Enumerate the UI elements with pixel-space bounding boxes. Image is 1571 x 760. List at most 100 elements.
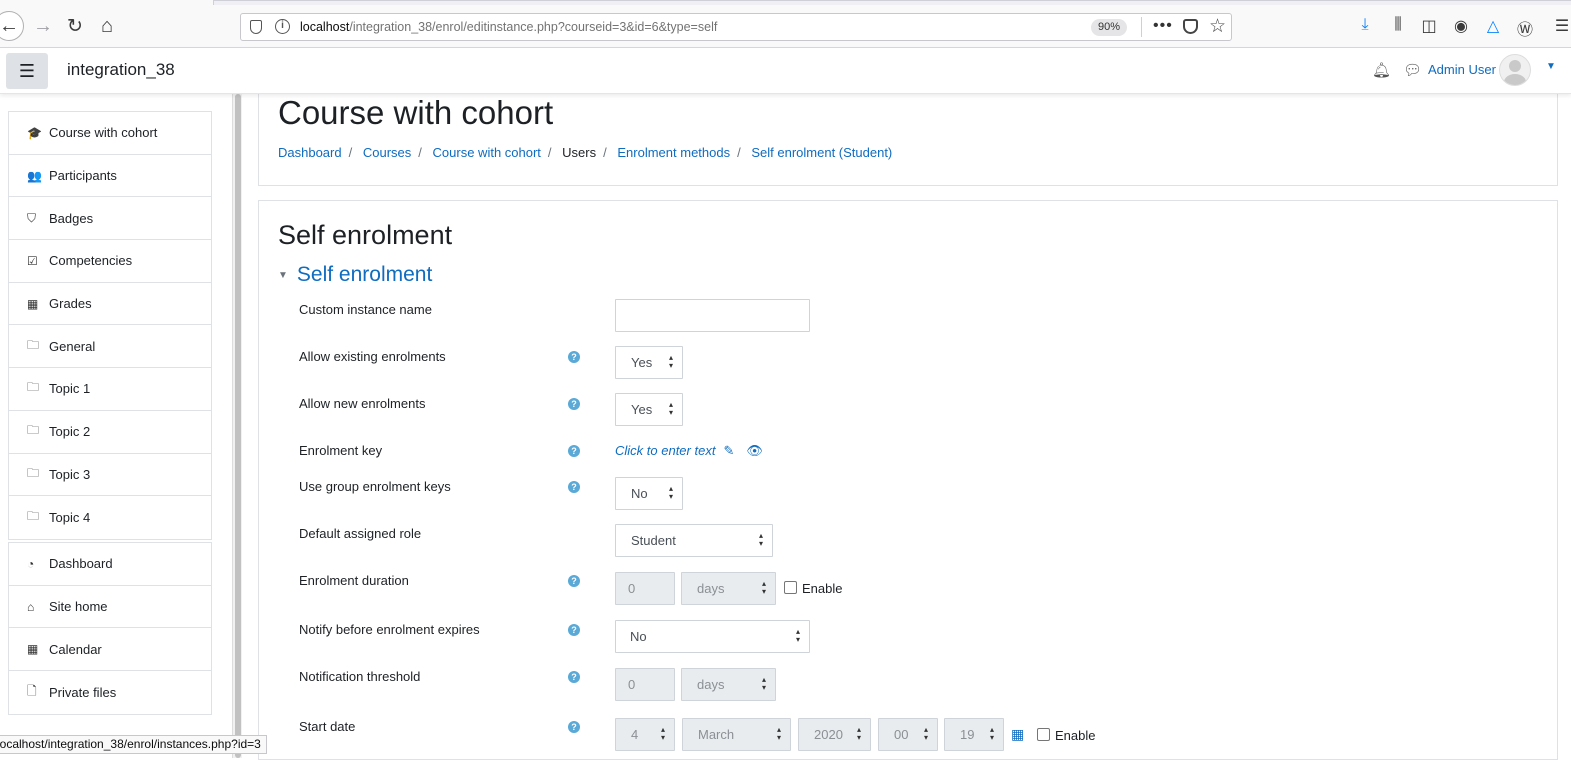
- sidebar-item-topic-2[interactable]: 🗀 Topic 2: [9, 411, 211, 454]
- pencil-icon[interactable]: ✎: [723, 443, 734, 458]
- help-icon[interactable]: ?: [568, 481, 580, 493]
- enrolment-key-inplace-editable[interactable]: Click to enter text ✎ 👁︎: [615, 443, 763, 459]
- url-text[interactable]: localhost/integration_38/enrol/editinsta…: [300, 20, 717, 34]
- help-icon[interactable]: ?: [568, 671, 580, 683]
- sidebar-item-participants[interactable]: 👥 Participants: [9, 155, 211, 198]
- library-icon[interactable]: ⫼: [1388, 16, 1408, 34]
- help-icon[interactable]: ?: [568, 398, 580, 410]
- sidebar-item-competencies[interactable]: ☑ Competencies: [9, 240, 211, 283]
- start-minute-select[interactable]: 19: [944, 718, 1004, 751]
- page-title: Course with cohort: [278, 94, 554, 131]
- start-date-enable-checkbox[interactable]: [1037, 728, 1050, 741]
- help-icon[interactable]: ?: [568, 575, 580, 587]
- default-role-label: Default assigned role: [299, 526, 422, 541]
- help-icon[interactable]: ?: [568, 721, 580, 733]
- breadcrumb-enrolment-methods[interactable]: Enrolment methods: [617, 145, 730, 160]
- breadcrumb-courses[interactable]: Courses: [363, 145, 411, 160]
- sidebar-item-topic-1[interactable]: 🗀 Topic 1: [9, 368, 211, 411]
- wordpress-extension-icon[interactable]: Ⓦ: [1515, 16, 1535, 40]
- users-icon: 👥: [27, 168, 42, 183]
- start-hour-select[interactable]: 00: [878, 718, 938, 751]
- breadcrumb-self-enrolment[interactable]: Self enrolment (Student): [751, 145, 892, 160]
- sidebar-item-topic-4[interactable]: 🗀 Topic 4: [9, 496, 211, 539]
- group-keys-label: Use group enrolment keys: [299, 479, 451, 494]
- sidebar-item-topic-3[interactable]: 🗀 Topic 3: [9, 454, 211, 497]
- sidebar-item-label: Competencies: [49, 253, 133, 269]
- site-info-icon[interactable]: i: [275, 19, 290, 34]
- page-header: Course with cohort Dashboard / Courses / C…: [258, 94, 1558, 186]
- user-menu-name[interactable]: Admin User: [1428, 62, 1496, 77]
- start-month-select[interactable]: March: [682, 718, 791, 751]
- sidebar-item-dashboard[interactable]: ◔ Dashboard: [9, 543, 211, 586]
- page-actions-icon[interactable]: •••: [1153, 17, 1173, 35]
- avatar[interactable]: [1499, 54, 1531, 86]
- tracking-shield-icon[interactable]: [250, 20, 262, 34]
- divider: [1141, 17, 1142, 37]
- messages-icon[interactable]: 💬︎: [1403, 61, 1422, 79]
- bookmark-star-icon[interactable]: ☆: [1209, 15, 1226, 38]
- sidebar-item-grades[interactable]: ▦ Grades: [9, 283, 211, 326]
- sidebar-item-calendar[interactable]: ▦ Calendar: [9, 628, 211, 672]
- reveal-eye-icon[interactable]: 👁︎: [746, 443, 763, 458]
- folder-icon: 🗀: [27, 465, 40, 480]
- sidebar-item-label: General: [49, 338, 96, 354]
- allow-new-select[interactable]: Yes: [615, 393, 683, 426]
- default-role-select[interactable]: Student: [615, 524, 773, 557]
- extension-icon[interactable]: △: [1483, 16, 1503, 36]
- address-bar[interactable]: i localhost/integration_38/enrol/editins…: [240, 13, 1232, 41]
- downloads-icon[interactable]: ⤓: [1355, 16, 1375, 34]
- help-icon[interactable]: ?: [568, 351, 580, 363]
- table-icon: ▦: [27, 296, 39, 311]
- sidebar-item-label: Badges: [49, 210, 94, 226]
- notify-select[interactable]: No: [615, 620, 810, 653]
- sidebar-item-badges[interactable]: ⛉ Badges: [9, 197, 211, 241]
- site-name[interactable]: integration_38: [67, 60, 175, 80]
- allow-new-label: Allow new enrolments: [299, 396, 426, 411]
- sidebar-item-label: Grades: [49, 296, 92, 312]
- caret-down-icon[interactable]: ▼: [1546, 61, 1556, 72]
- menu-icon[interactable]: ☰: [1552, 16, 1571, 36]
- forward-button[interactable]: →: [30, 13, 56, 39]
- breadcrumb-dashboard[interactable]: Dashboard: [278, 145, 342, 160]
- duration-number-input[interactable]: 0: [615, 572, 675, 605]
- sidebar-item-label: Topic 3: [49, 466, 91, 482]
- section-toggle[interactable]: ▼ Self enrolment: [278, 263, 432, 287]
- start-year-select[interactable]: 2020: [798, 718, 871, 751]
- account-icon[interactable]: ◉: [1451, 16, 1471, 36]
- breadcrumb: Dashboard / Courses / Course with cohort / …: [278, 145, 893, 160]
- breadcrumb-users: Users: [562, 145, 597, 160]
- breadcrumb-course[interactable]: Course with cohort: [433, 145, 541, 160]
- sidebar-item-course-with-cohort[interactable]: 🎓 Course with cohort: [9, 112, 211, 155]
- sidebar-item-label: Dashboard: [49, 556, 113, 572]
- custom-name-input[interactable]: [615, 299, 810, 332]
- duration-enable-checkbox[interactable]: [784, 581, 797, 594]
- drawer-scrollbar[interactable]: [232, 94, 242, 758]
- help-icon[interactable]: ?: [568, 624, 580, 636]
- threshold-label: Notification threshold: [299, 669, 421, 684]
- reload-button[interactable]: ↻: [62, 13, 88, 39]
- help-icon[interactable]: ?: [568, 445, 580, 457]
- duration-unit-select[interactable]: days: [681, 572, 776, 605]
- start-date-enable-label[interactable]: Enable: [1055, 728, 1095, 743]
- drawer-toggle-button[interactable]: ☰: [6, 53, 48, 89]
- allow-existing-select[interactable]: Yes: [615, 346, 683, 379]
- tab-strip-edge: [213, 0, 1571, 5]
- sidebar-item-label: Topic 1: [49, 381, 91, 397]
- folder-icon: 🗀: [27, 380, 40, 395]
- back-button[interactable]: ←: [0, 11, 24, 41]
- notify-label: Notify before enrolment expires: [299, 622, 480, 637]
- home-button[interactable]: ⌂: [94, 13, 120, 39]
- sidebar-item-general[interactable]: 🗀 General: [9, 325, 211, 369]
- duration-enable-label[interactable]: Enable: [802, 581, 842, 596]
- sidebar-toggle-icon[interactable]: ◫: [1419, 16, 1439, 36]
- notifications-bell-icon[interactable]: 🔔︎: [1372, 61, 1391, 79]
- zoom-level[interactable]: 90%: [1091, 19, 1128, 36]
- sidebar-item-private-files[interactable]: 🗋 Private files: [9, 671, 211, 714]
- calendar-icon[interactable]: ▦: [1011, 726, 1024, 743]
- threshold-number-input[interactable]: 0: [615, 668, 675, 701]
- threshold-unit-select[interactable]: days: [681, 668, 776, 701]
- sidebar-item-site-home[interactable]: ⌂ Site home: [9, 586, 211, 629]
- group-keys-select[interactable]: No: [615, 477, 683, 510]
- start-day-select[interactable]: 4: [615, 718, 675, 751]
- pocket-icon[interactable]: [1183, 19, 1198, 34]
